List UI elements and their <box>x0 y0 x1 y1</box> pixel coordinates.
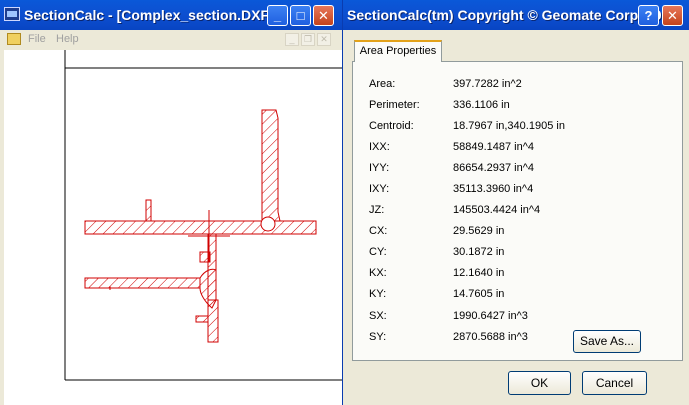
main-window-title: SectionCalc - [Complex_section.DXF] <box>24 7 274 23</box>
dialog-title: SectionCalc(tm) Copyright © Geomate Corp… <box>347 7 674 23</box>
property-value: 145503.4424 in^4 <box>453 204 541 216</box>
property-label: IXY: <box>369 183 390 195</box>
main-titlebar[interactable]: SectionCalc - [Complex_section.DXF] _ □ … <box>0 0 342 30</box>
property-label: CY: <box>369 246 387 258</box>
menu-file[interactable]: File <box>28 33 46 45</box>
save-as-button[interactable]: Save As... <box>573 330 641 353</box>
menu-help[interactable]: Help <box>56 33 79 45</box>
dialog-close-button[interactable]: ✕ <box>662 5 683 26</box>
section-shape <box>84 109 317 343</box>
maximize-button[interactable]: □ <box>290 5 311 26</box>
mdi-restore-button[interactable]: ❐ <box>301 33 315 46</box>
tab-area-properties[interactable]: Area Properties <box>354 40 442 62</box>
property-value: 12.1640 in <box>453 267 505 279</box>
section-drawing <box>64 50 342 381</box>
property-label: KY: <box>369 288 387 300</box>
property-label: SX: <box>369 310 387 322</box>
ok-button[interactable]: OK <box>508 371 571 395</box>
property-value: 29.5629 in <box>453 225 505 237</box>
property-value: 35113.3960 in^4 <box>453 183 534 195</box>
property-label: SY: <box>369 331 387 343</box>
property-value: 30.1872 in <box>453 246 505 258</box>
property-value: 14.7605 in <box>453 288 505 300</box>
mdi-close-button[interactable]: ✕ <box>317 33 331 46</box>
drawing-canvas[interactable] <box>4 50 342 405</box>
property-value: 397.7282 in^2 <box>453 78 522 90</box>
help-button[interactable]: ? <box>638 5 659 26</box>
cancel-button[interactable]: Cancel <box>582 371 647 395</box>
folder-icon[interactable] <box>7 33 21 45</box>
property-value: 86654.2937 in^4 <box>453 162 535 174</box>
property-label: KX: <box>369 267 387 279</box>
property-value: 18.7967 in,340.1905 in <box>453 120 565 132</box>
property-label: IXX: <box>369 141 390 153</box>
property-value: 58849.1487 in^4 <box>453 141 535 153</box>
property-label: CX: <box>369 225 388 237</box>
menu-bar: File Help _ ❐ ✕ <box>0 30 342 50</box>
minimize-button[interactable]: _ <box>267 5 288 26</box>
property-label: Centroid: <box>369 120 414 132</box>
dialog-titlebar[interactable]: SectionCalc(tm) Copyright © Geomate Corp… <box>343 0 689 30</box>
property-value: 2870.5688 in^3 <box>453 331 528 343</box>
property-label: Perimeter: <box>369 99 420 111</box>
mdi-minimize-button[interactable]: _ <box>285 33 299 46</box>
property-value: 1990.6427 in^3 <box>453 310 528 322</box>
main-window: SectionCalc - [Complex_section.DXF] _ □ … <box>0 0 342 405</box>
app-icon[interactable] <box>4 7 20 21</box>
property-label: JZ: <box>369 204 385 216</box>
section-hole <box>260 216 276 232</box>
property-value: 336.1106 in <box>453 99 510 111</box>
property-label: Area: <box>369 78 396 90</box>
property-label: IYY: <box>369 162 390 174</box>
close-button[interactable]: ✕ <box>313 5 334 26</box>
